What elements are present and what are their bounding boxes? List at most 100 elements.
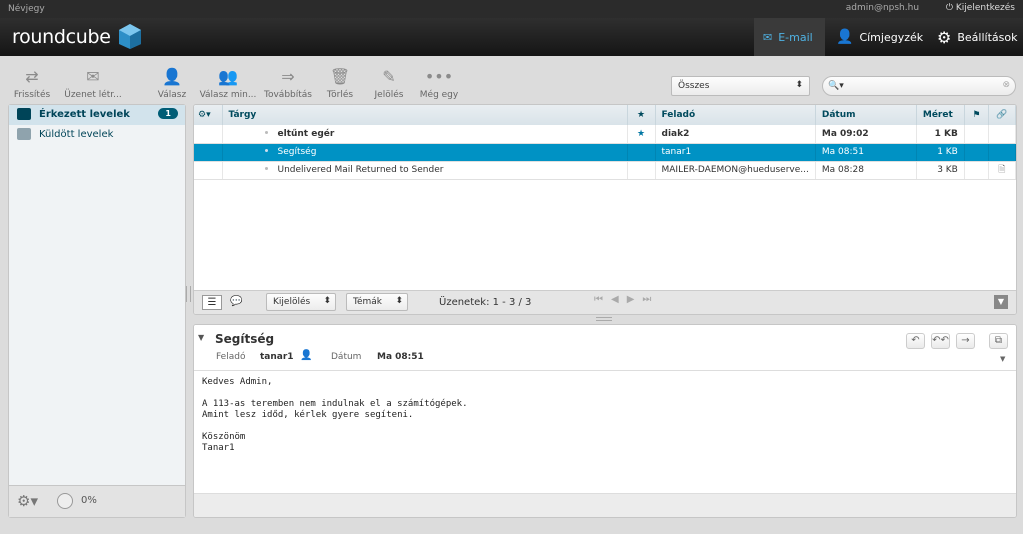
list-footer: ☰ 💬 Kijelölés ⬍ Témák ⬍ Üzenetek: 1 - 3 / … xyxy=(194,290,1016,314)
message-list: ⚙▾ Tárgy ★ Feladó Dátum Méret ⚑ 🔗 eltűnt… xyxy=(193,104,1017,315)
row-from: diak2 xyxy=(655,125,816,144)
reply-icon[interactable]: ↶ xyxy=(906,333,925,349)
refresh-button[interactable]: ⇄ Frissítés xyxy=(10,67,54,101)
threads-dropdown[interactable]: Témák ⬍ xyxy=(346,293,408,311)
filter-select[interactable]: Összes ⬍ xyxy=(671,76,810,96)
message-body: Kedves Admin, A 113-as teremben nem indu… xyxy=(202,377,468,453)
message-date: Ma 08:51 xyxy=(377,352,424,362)
open-window-icon[interactable]: ⧉ xyxy=(989,333,1008,349)
trash-icon: 🗑 xyxy=(329,67,351,86)
preview-subject: Segítség xyxy=(215,332,275,346)
folder-list: Érkezett levelek 1 Küldött levelek ⚙▾ 0% xyxy=(8,104,186,518)
collapse-preview-icon[interactable]: ▼ xyxy=(994,295,1008,309)
col-date[interactable]: Dátum xyxy=(815,105,917,125)
vertical-splitter[interactable] xyxy=(186,286,191,302)
row-subject: eltűnt egér xyxy=(277,128,335,139)
logout-label: Kijelentkezés xyxy=(955,3,1015,13)
list-mode-icon[interactable]: ☰ xyxy=(202,295,222,310)
threads-mode-icon[interactable]: 💬 xyxy=(230,296,242,307)
select-arrows-icon: ⬍ xyxy=(795,80,803,90)
unread-badge: 1 xyxy=(158,108,178,119)
quota-pie-icon xyxy=(57,493,73,509)
horizontal-splitter[interactable] xyxy=(596,317,612,321)
reply-label: Válasz xyxy=(157,90,187,100)
search-icon: 🔍▾ xyxy=(828,81,844,91)
reply-icon: 👤 xyxy=(162,67,182,86)
table-row[interactable]: Segítség tanar1 Ma 08:51 1 KB xyxy=(194,143,1016,162)
forward-button[interactable]: ⇒ Továbbítás xyxy=(262,67,314,101)
row-from: MAILER-DAEMON@hueduserve... xyxy=(655,161,816,180)
more-button[interactable]: ••• Még egy xyxy=(418,67,460,101)
folder-inbox-label: Érkezett levelek xyxy=(39,109,130,120)
clear-search-icon[interactable]: ⊗ xyxy=(1002,80,1010,90)
folder-inbox[interactable]: Érkezett levelek 1 xyxy=(9,105,185,125)
header: roundcube ✉ E-mail 👤 Címjegyzék ⚙ Beállítás… xyxy=(0,18,1023,56)
add-contact-icon[interactable]: 👤 xyxy=(300,350,312,361)
logo: roundcube xyxy=(12,26,111,48)
quota-text: 0% xyxy=(81,495,97,506)
reply-button[interactable]: 👤 Válasz xyxy=(154,67,190,101)
tab-email-label: E-mail xyxy=(778,30,813,44)
mark-button[interactable]: ✎ Jelölés xyxy=(370,67,408,101)
tab-settings[interactable]: ⚙ Beállítások xyxy=(928,18,1023,56)
refresh-icon: ⇄ xyxy=(25,67,39,86)
more-dots-icon: ••• xyxy=(424,67,454,86)
preview-footer xyxy=(194,493,1016,517)
col-from[interactable]: Feladó xyxy=(655,105,816,125)
reply-all-icon: 👥 xyxy=(218,67,238,86)
delete-button[interactable]: 🗑 Törlés xyxy=(324,67,356,101)
table-row[interactable]: eltűnt egér ★ diak2 Ma 09:02 1 KB xyxy=(194,125,1016,144)
tab-contacts[interactable]: 👤 Címjegyzék xyxy=(827,18,932,56)
folder-footer: ⚙▾ 0% xyxy=(9,485,185,517)
col-flag-star-icon[interactable]: ★ xyxy=(627,105,656,125)
row-size: 1 KB xyxy=(916,125,965,144)
col-size[interactable]: Méret xyxy=(916,105,965,125)
forward-icon[interactable]: → xyxy=(956,333,975,349)
list-header-row: ⚙▾ Tárgy ★ Feladó Dátum Méret ⚑ 🔗 xyxy=(194,105,1016,125)
list-options-icon[interactable]: ⚙▾ xyxy=(194,105,223,125)
forward-icon: ⇒ xyxy=(281,67,295,86)
folder-sent[interactable]: Küldött levelek xyxy=(9,125,185,145)
select-arrows-icon: ⬍ xyxy=(395,296,403,306)
gear-icon: ⚙ xyxy=(937,27,952,47)
inbox-icon xyxy=(17,108,31,120)
select-arrows-icon: ⬍ xyxy=(323,296,331,306)
reply-all-icon[interactable]: ↶↶ xyxy=(931,333,950,349)
folder-sent-label: Küldött levelek xyxy=(39,129,114,140)
select-dropdown[interactable]: Kijelölés ⬍ xyxy=(266,293,336,311)
search-input[interactable]: 🔍▾ ⊗ xyxy=(822,76,1016,96)
folder-settings-gear-icon[interactable]: ⚙▾ xyxy=(17,492,38,510)
username: admin@npsh.hu xyxy=(845,3,920,13)
power-icon: ⏻ xyxy=(945,3,954,13)
sender-name[interactable]: tanar1 xyxy=(260,352,294,362)
message-count: Üzenetek: 1 - 3 / 3 xyxy=(439,297,532,308)
flagged-star-icon[interactable]: ★ xyxy=(627,125,656,144)
collapse-headers-icon[interactable]: ▼ xyxy=(198,333,204,342)
compose-icon: ✉ xyxy=(86,67,100,86)
row-subject: Undelivered Mail Returned to Sender xyxy=(277,165,444,175)
col-attachment-icon[interactable]: 🔗 xyxy=(988,105,1016,125)
mark-label: Jelölés xyxy=(374,90,404,100)
toolbar: ⇄ Frissítés ✉ Üzenet létr... 👤 Válasz 👥 Vála… xyxy=(0,56,1023,104)
attachment-document-icon: 🗎 xyxy=(988,161,1016,180)
from-label: Feladó xyxy=(216,352,246,362)
message-preview: ▼ Segítség Feladó tanar1 👤 Dátum Ma 08:5… xyxy=(193,324,1017,518)
col-subject[interactable]: Tárgy xyxy=(222,105,628,125)
row-date: Ma 08:51 xyxy=(815,143,917,162)
compose-button[interactable]: ✉ Üzenet létr... xyxy=(62,67,124,101)
forward-label: Továbbítás xyxy=(264,90,312,100)
pencil-icon: ✎ xyxy=(382,67,396,86)
about-link[interactable]: Névjegy xyxy=(8,4,45,14)
preview-header: ▼ Segítség Feladó tanar1 👤 Dátum Ma 08:5… xyxy=(194,325,1016,371)
tab-email[interactable]: ✉ E-mail xyxy=(754,18,825,56)
reply-all-button[interactable]: 👥 Válasz min... xyxy=(199,67,257,101)
more-headers-icon[interactable]: ▼ xyxy=(1000,355,1005,363)
refresh-label: Frissítés xyxy=(13,90,51,100)
tab-contacts-label: Címjegyzék xyxy=(859,30,924,44)
pagination-icons[interactable]: ⏮◀▶⏭ xyxy=(594,294,659,305)
col-flag-icon[interactable]: ⚑ xyxy=(964,105,989,125)
reply-all-label: Válasz min... xyxy=(199,90,257,100)
logout-link[interactable]: ⏻ Kijelentkezés xyxy=(934,3,1015,13)
table-row[interactable]: Undelivered Mail Returned to Sender MAIL… xyxy=(194,161,1016,180)
row-size: 3 KB xyxy=(916,161,965,180)
